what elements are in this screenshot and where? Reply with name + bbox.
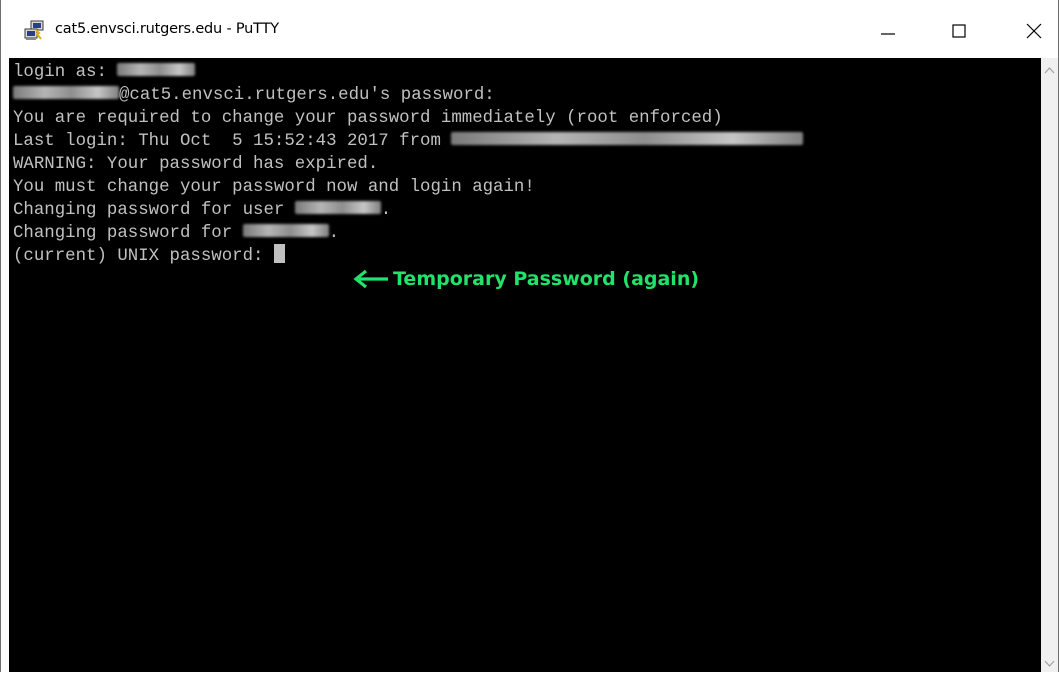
- minimize-button[interactable]: [865, 0, 911, 58]
- terminal-line: Changing password for user .: [13, 200, 391, 222]
- vertical-scrollbar[interactable]: [1041, 58, 1058, 672]
- scroll-up-button[interactable]: [1041, 62, 1058, 79]
- terminal-line: You must change your password now and lo…: [13, 177, 535, 199]
- redacted-username: [294, 201, 381, 215]
- redacted-username: [242, 224, 329, 238]
- terminal-text: login as:: [13, 63, 118, 82]
- terminal-screen[interactable]: login as: @cat5.envsci.rutgers.edu's pas…: [9, 58, 1041, 672]
- terminal-text: You are required to change your password…: [13, 109, 723, 128]
- terminal-line: Last login: Thu Oct 5 15:52:43 2017 from: [13, 131, 804, 153]
- terminal-text: (current) UNIX password:: [13, 247, 274, 266]
- maximize-icon: [952, 24, 966, 38]
- chevron-down-icon: [1044, 660, 1055, 667]
- terminal-text: WARNING: Your password has expired.: [13, 155, 379, 174]
- scroll-down-button[interactable]: [1041, 655, 1058, 672]
- left-arrow-icon: [353, 269, 388, 289]
- terminal-line: WARNING: Your password has expired.: [13, 154, 378, 176]
- terminal-line: (current) UNIX password:: [13, 244, 285, 268]
- annotation-callout: Temporary Password (again): [353, 264, 699, 294]
- terminal-text: @cat5.envsci.rutgers.edu's password:: [119, 86, 495, 105]
- redacted-username: [117, 63, 196, 77]
- putty-window: cat5.envsci.rutgers.edu - PuTTY login as…: [0, 0, 1059, 672]
- terminal-text: You must change your password now and lo…: [13, 178, 535, 197]
- terminal-line: @cat5.envsci.rutgers.edu's password:: [13, 85, 495, 107]
- maximize-button[interactable]: [936, 0, 982, 58]
- terminal-text: .: [380, 201, 392, 220]
- close-icon: [1026, 23, 1042, 39]
- redacted-hostname: [451, 132, 804, 146]
- terminal-text: Last login: Thu Oct 5 15:52:43 2017 from: [13, 132, 452, 151]
- terminal-text: Changing password for: [13, 224, 243, 243]
- title-bar[interactable]: cat5.envsci.rutgers.edu - PuTTY: [1, 0, 1058, 58]
- close-button[interactable]: [1011, 0, 1057, 58]
- minimize-icon: [881, 33, 895, 35]
- terminal-text: Changing password for user: [13, 201, 295, 220]
- terminal-line: You are required to change your password…: [13, 108, 723, 130]
- annotation-label: Temporary Password (again): [393, 268, 700, 290]
- text-cursor: [273, 244, 285, 264]
- chevron-up-icon: [1044, 67, 1055, 74]
- window-title: cat5.envsci.rutgers.edu - PuTTY: [55, 21, 279, 37]
- putty-icon[interactable]: [23, 20, 45, 42]
- redacted-username: [13, 86, 119, 100]
- terminal-line: Changing password for .: [13, 223, 339, 245]
- terminal-line: login as:: [13, 62, 196, 84]
- terminal-text: .: [328, 224, 340, 243]
